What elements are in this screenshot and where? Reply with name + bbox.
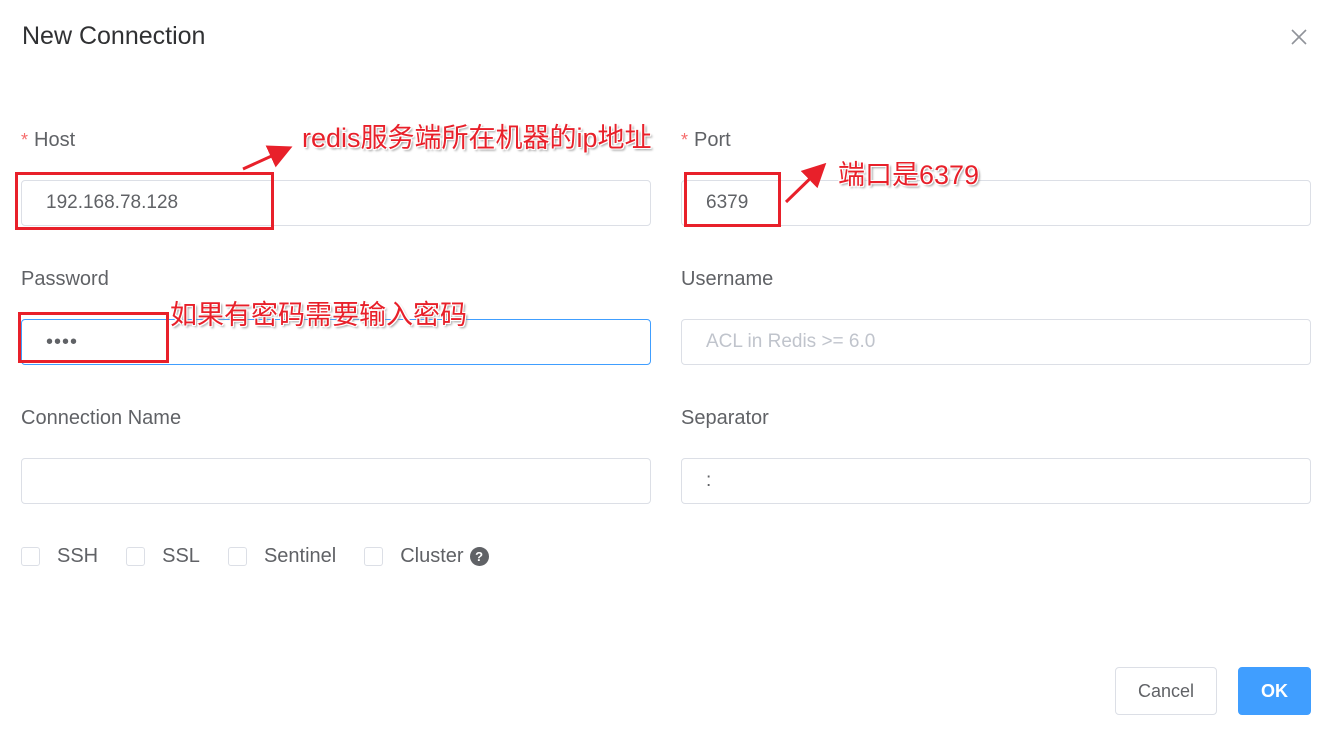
required-mark: * xyxy=(681,130,689,150)
port-input[interactable] xyxy=(681,180,1311,226)
cluster-label: Cluster xyxy=(400,545,464,567)
password-annotation: 如果有密码需要输入密码 xyxy=(170,300,467,330)
host-label: * Host xyxy=(21,129,75,152)
connection-name-label: Connection Name xyxy=(21,407,182,429)
connection-options: SSH SSL Sentinel Cluster ? xyxy=(21,545,517,568)
port-label-text: Port xyxy=(694,129,731,151)
username-input[interactable] xyxy=(681,319,1311,365)
host-input[interactable] xyxy=(21,180,651,226)
sentinel-label: Sentinel xyxy=(263,545,337,567)
host-label-text: Host xyxy=(34,129,76,151)
cancel-button[interactable]: Cancel xyxy=(1115,667,1217,715)
separator-input[interactable] xyxy=(681,458,1311,504)
connection-name-input[interactable] xyxy=(21,458,651,504)
ssl-label: SSL xyxy=(162,545,200,567)
cluster-checkbox[interactable]: Cluster ? xyxy=(364,545,489,568)
separator-label: Separator xyxy=(681,407,769,429)
question-circle-icon[interactable]: ? xyxy=(469,547,489,566)
password-masked-value: •••• xyxy=(46,330,79,353)
checkbox-box[interactable] xyxy=(227,547,247,566)
dialog-title: New Connection xyxy=(22,22,206,50)
checkbox-box[interactable] xyxy=(126,547,146,566)
ok-button[interactable]: OK xyxy=(1238,667,1311,715)
host-arrow xyxy=(242,145,293,171)
sentinel-checkbox[interactable]: Sentinel xyxy=(227,545,337,568)
username-label: Username xyxy=(681,268,774,290)
port-annotation: 端口是6379 xyxy=(838,160,980,190)
ssh-checkbox[interactable]: SSH xyxy=(21,545,98,568)
required-mark: * xyxy=(21,130,29,150)
close-icon[interactable] xyxy=(1288,26,1310,48)
annotation-arrows xyxy=(242,145,827,204)
checkbox-box[interactable] xyxy=(21,547,40,566)
ssh-label: SSH xyxy=(57,545,99,567)
port-label: * Port xyxy=(681,129,731,152)
checkbox-box[interactable] xyxy=(364,547,384,566)
host-annotation: redis服务端所在机器的ip地址 xyxy=(302,123,652,153)
ssl-checkbox[interactable]: SSL xyxy=(126,545,200,568)
password-label: Password xyxy=(21,268,109,290)
